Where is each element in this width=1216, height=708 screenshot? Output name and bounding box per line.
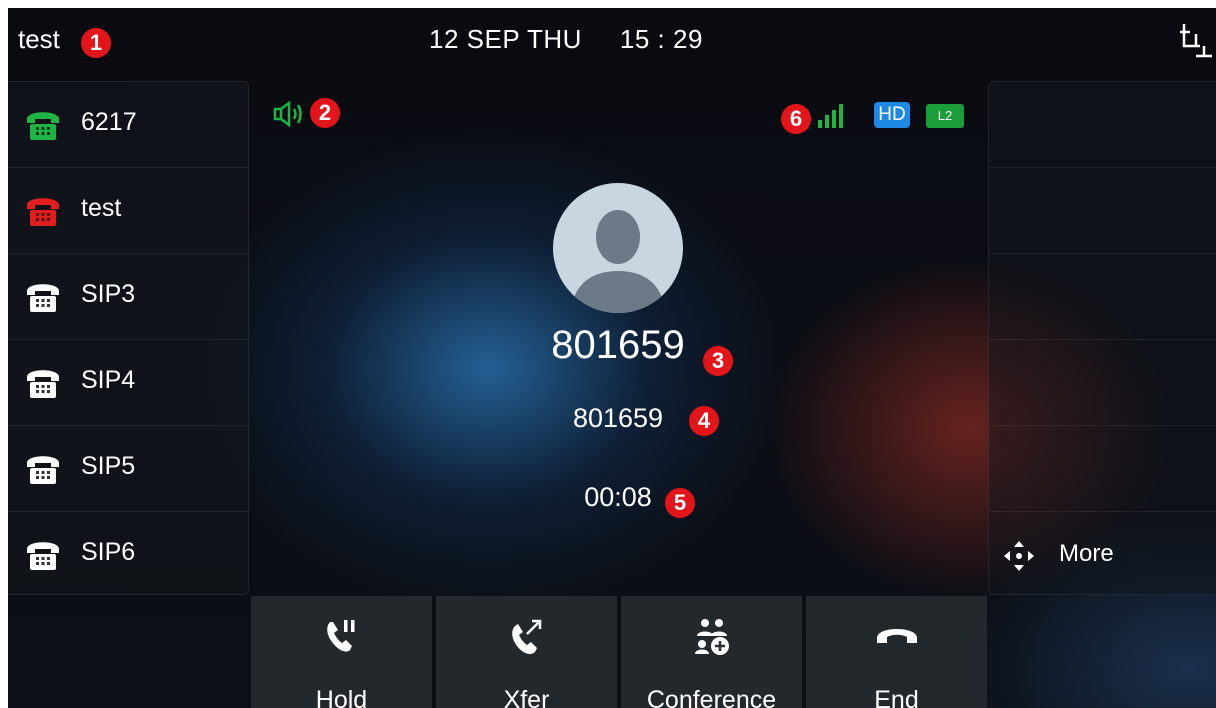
conference-icon <box>621 616 802 661</box>
callout-marker: 1 <box>81 28 111 58</box>
speaker-icon <box>272 100 306 133</box>
call-duration: 00:08 <box>584 482 652 512</box>
line-keys-panel: 6217 test SIP3 SIP4 SIP5 SIP6 <box>8 81 249 595</box>
account-name: test <box>18 24 60 54</box>
line-key-sip5[interactable]: SIP5 <box>8 426 248 512</box>
end-call-button[interactable]: End <box>806 596 987 708</box>
end-call-icon <box>806 616 987 661</box>
line-key-label: test <box>81 194 122 222</box>
date-time: 12 SEP THU 15 : 29 <box>429 24 703 55</box>
caller-number: 801659 <box>572 403 664 433</box>
empty-key <box>989 168 1216 254</box>
caller-name: 801659 <box>551 323 685 367</box>
line-key-6217[interactable]: 6217 <box>8 82 248 168</box>
empty-key <box>989 82 1216 168</box>
phone-icon <box>25 538 61 575</box>
hd-badge: HD <box>874 102 910 128</box>
contact-avatar <box>553 183 683 313</box>
move-arrows-icon <box>1003 540 1035 577</box>
callout-marker: 6 <box>781 104 811 134</box>
phone-icon <box>25 452 61 489</box>
transfer-icon <box>436 616 617 661</box>
softkey-label: End <box>874 686 919 708</box>
callout-marker: 5 <box>665 488 695 518</box>
softkey-bar: Hold Xfer Conference End <box>251 596 988 708</box>
line-key-sip3[interactable]: SIP3 <box>8 254 248 340</box>
line-key-label: SIP3 <box>81 280 136 308</box>
more-button[interactable]: More <box>989 512 1216 597</box>
date-label: 12 SEP THU <box>429 24 582 54</box>
hold-icon <box>251 616 432 661</box>
call-status-icons <box>818 102 928 141</box>
phone-icon <box>25 366 61 403</box>
phone-icon <box>25 280 61 317</box>
line-key-sip6[interactable]: SIP6 <box>8 512 248 597</box>
network-icon <box>1178 20 1214 65</box>
phone-screen: test 12 SEP THU 15 : 29 1 6217 test SIP3… <box>8 8 1216 708</box>
softkey-label: Conference <box>646 686 777 708</box>
line-key-label: 6217 <box>81 108 137 136</box>
status-bar: test 12 SEP THU 15 : 29 <box>8 8 1216 80</box>
empty-key <box>989 426 1216 512</box>
empty-key <box>989 254 1216 340</box>
conference-button[interactable]: Conference <box>621 596 802 708</box>
call-info-area: HD L2 801659 801659 00:08 <box>248 80 988 598</box>
phone-icon <box>25 194 61 231</box>
more-label: More <box>1059 540 1114 567</box>
xfer-button[interactable]: Xfer <box>436 596 617 708</box>
line-key-label: SIP6 <box>81 538 136 566</box>
empty-key <box>989 340 1216 426</box>
line-key-label: SIP5 <box>81 452 136 480</box>
line-key-test[interactable]: test <box>8 168 248 254</box>
softkey-label: Hold <box>315 686 368 708</box>
right-keys-panel: More <box>988 81 1216 595</box>
callout-marker: 4 <box>689 406 719 436</box>
softkey-label: Xfer <box>503 686 550 708</box>
signal-strength-icon <box>818 104 843 128</box>
time-label: 15 : 29 <box>619 24 703 54</box>
callout-marker: 3 <box>703 346 733 376</box>
line-key-sip4[interactable]: SIP4 <box>8 340 248 426</box>
phone-icon <box>25 108 61 145</box>
line-badge: L2 <box>926 104 964 128</box>
line-key-label: SIP4 <box>81 366 136 394</box>
callout-marker: 2 <box>310 98 340 128</box>
hold-button[interactable]: Hold <box>251 596 432 708</box>
